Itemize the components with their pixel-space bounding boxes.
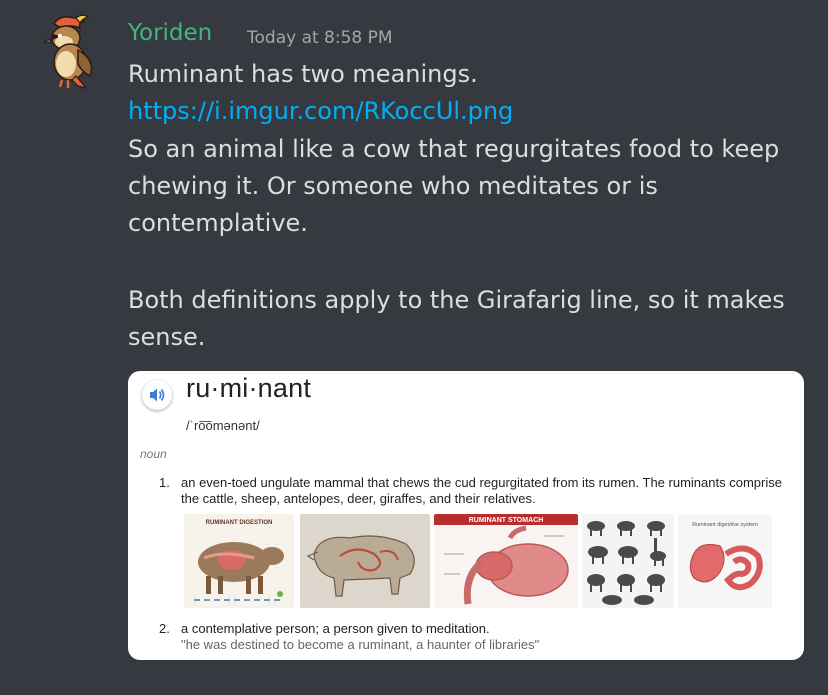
speaker-icon	[150, 388, 165, 402]
message-line: Ruminant has two meanings.	[128, 60, 478, 88]
thumbnail-label: RUMINANT DIGESTION	[206, 520, 273, 526]
digestive-system-icon: Ruminant digestive system	[678, 514, 772, 608]
message-timestamp: Today at 8:58 PM	[247, 28, 393, 48]
image-embed[interactable]: ru·mi·nant /ˈro͞omənənt/ noun 1. an even…	[128, 371, 804, 660]
dictionary-word: ru·mi·nant	[186, 373, 312, 403]
animals-grid-icon	[582, 514, 674, 608]
thumbnail-label: Ruminant digestive system	[692, 522, 758, 528]
message-link[interactable]: https://i.imgur.com/RKoccUl.png	[128, 97, 513, 125]
definition-text: an even-toed ungulate mammal that chews …	[181, 475, 782, 506]
cow-diagram-icon: RUMINANT DIGESTION	[184, 514, 294, 608]
message-line: sense.	[128, 323, 206, 351]
thumbnail-label: RUMINANT STOMACH	[469, 517, 544, 524]
avatar[interactable]	[40, 14, 98, 90]
ruminant-digestion-diagram[interactable]: RUMINANT DIGESTION	[184, 514, 294, 608]
ruminant-animals-image[interactable]	[582, 514, 674, 608]
ruminant-stomach-diagram[interactable]: RUMINANT STOMACH	[434, 514, 578, 608]
message-line: So an animal like a cow that regurgitate…	[128, 135, 780, 163]
bison-sketch-icon	[300, 514, 430, 608]
username[interactable]: Yoriden	[128, 20, 212, 46]
ruminant-sketch-image[interactable]	[300, 514, 430, 608]
message-line: chewing it. Or someone who meditates or …	[128, 172, 658, 200]
part-of-speech: noun	[140, 447, 167, 461]
message-line: contemplative.	[128, 209, 308, 237]
phonetic-spelling: /ˈro͞omənənt/	[186, 418, 260, 433]
stomach-diagram-icon: RUMINANT STOMACH	[434, 514, 578, 608]
message-link-line: https://i.imgur.com/RKoccUl.png	[128, 97, 513, 125]
speaker-button[interactable]	[142, 380, 172, 410]
pidgeotto-avatar-icon	[42, 14, 93, 90]
definition-text: a contemplative person; a person given t…	[181, 621, 490, 636]
definition-example: "he was destined to become a ruminant, a…	[181, 637, 540, 652]
definition-number: 1.	[159, 475, 170, 490]
ruminant-digestive-system-image[interactable]: Ruminant digestive system	[678, 514, 772, 608]
message-line: Both definitions apply to the Girafarig …	[128, 286, 785, 314]
definition-number: 2.	[159, 621, 170, 636]
